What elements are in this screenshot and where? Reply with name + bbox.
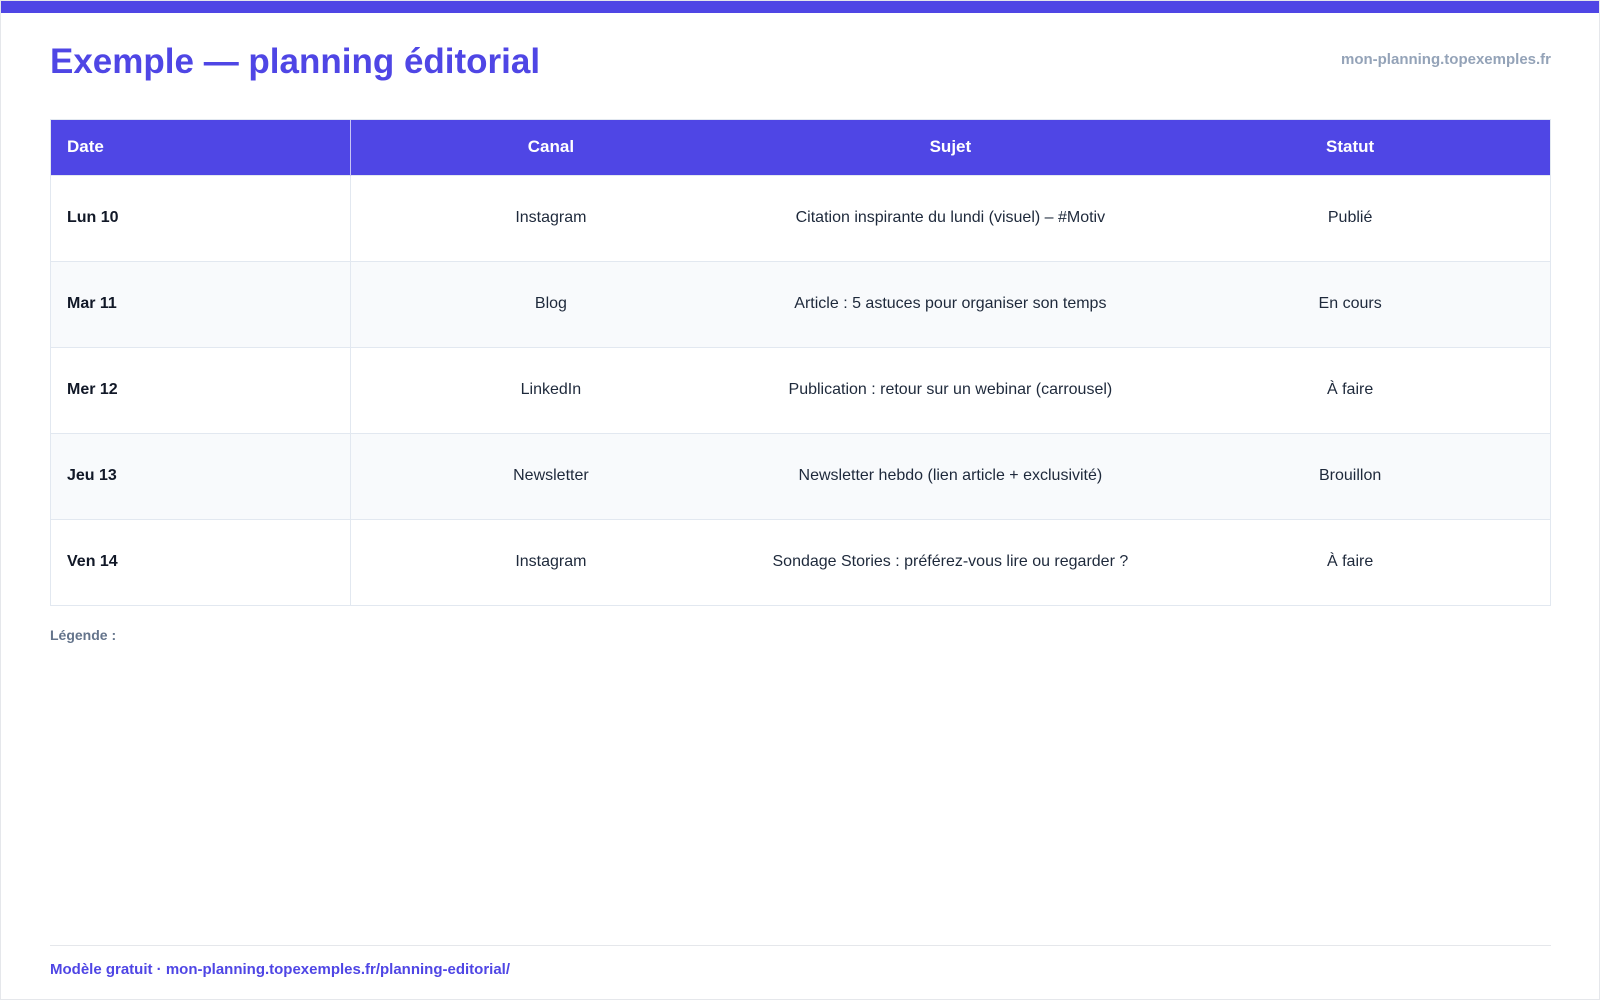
cell-canal: Newsletter — [513, 467, 589, 484]
cell-date: Mer 12 — [51, 347, 352, 433]
cell-date: Lun 10 — [51, 175, 352, 261]
cell-sujet: Sondage Stories : préférez-vous lire ou … — [772, 553, 1129, 571]
page-title: Exemple — planning éditorial — [50, 42, 541, 81]
legend-label: Légende : — [50, 627, 117, 643]
cell-canal: Instagram — [515, 553, 587, 571]
column-header-sujet: Sujet — [929, 137, 972, 157]
table-header: Date Canal Sujet Statut — [51, 120, 1550, 175]
accent-top-bar — [1, 1, 1599, 13]
footer-divider — [50, 945, 1551, 946]
table-row: Mar 11 Blog Article : 5 astuces pour org… — [51, 261, 1550, 347]
cell-date: Mar 11 — [51, 261, 352, 347]
column-header-date: Date — [51, 120, 352, 175]
table-row: Ven 14 Instagram Sondage Stories : préfé… — [51, 519, 1550, 605]
cell-sujet: Publication : retour sur un webinar (car… — [788, 381, 1113, 398]
cell-statut: Publié — [1327, 209, 1373, 226]
table-row: Mer 12 LinkedIn Publication : retour sur… — [51, 347, 1550, 433]
table-row: Jeu 13 Newsletter Newsletter hebdo (lien… — [51, 433, 1550, 519]
table-header-row: Date Canal Sujet Statut — [51, 120, 1550, 175]
cell-statut: À faire — [1326, 553, 1374, 571]
cell-statut: En cours — [1318, 295, 1382, 312]
cell-sujet: Article : 5 astuces pour organiser son t… — [794, 295, 1107, 312]
column-header-canal: Canal — [527, 137, 575, 157]
planning-table: Date Canal Sujet Statut Lun 10 Instagram… — [51, 120, 1550, 605]
page: Exemple — planning éditorial mon-plannin… — [0, 0, 1600, 1000]
cell-canal: Instagram — [515, 209, 587, 226]
site-url: mon-planning.topexemples.fr — [1340, 51, 1551, 68]
cell-statut: À faire — [1326, 381, 1374, 398]
cell-canal: Blog — [534, 295, 567, 312]
planning-table-container: Date Canal Sujet Statut Lun 10 Instagram… — [50, 119, 1551, 606]
cell-date: Jeu 13 — [51, 433, 352, 519]
footer-link[interactable]: Modèle gratuit · mon-planning.topexemple… — [50, 961, 510, 978]
cell-statut: Brouillon — [1318, 467, 1382, 484]
table-row: Lun 10 Instagram Citation inspirante du … — [51, 175, 1550, 261]
column-header-statut: Statut — [1326, 137, 1375, 157]
cell-sujet: Citation inspirante du lundi (visuel) – … — [795, 209, 1106, 226]
cell-sujet: Newsletter hebdo (lien article + exclusi… — [798, 467, 1103, 484]
cell-date: Ven 14 — [51, 519, 352, 605]
table-body: Lun 10 Instagram Citation inspirante du … — [51, 175, 1550, 605]
cell-canal: LinkedIn — [520, 381, 582, 398]
